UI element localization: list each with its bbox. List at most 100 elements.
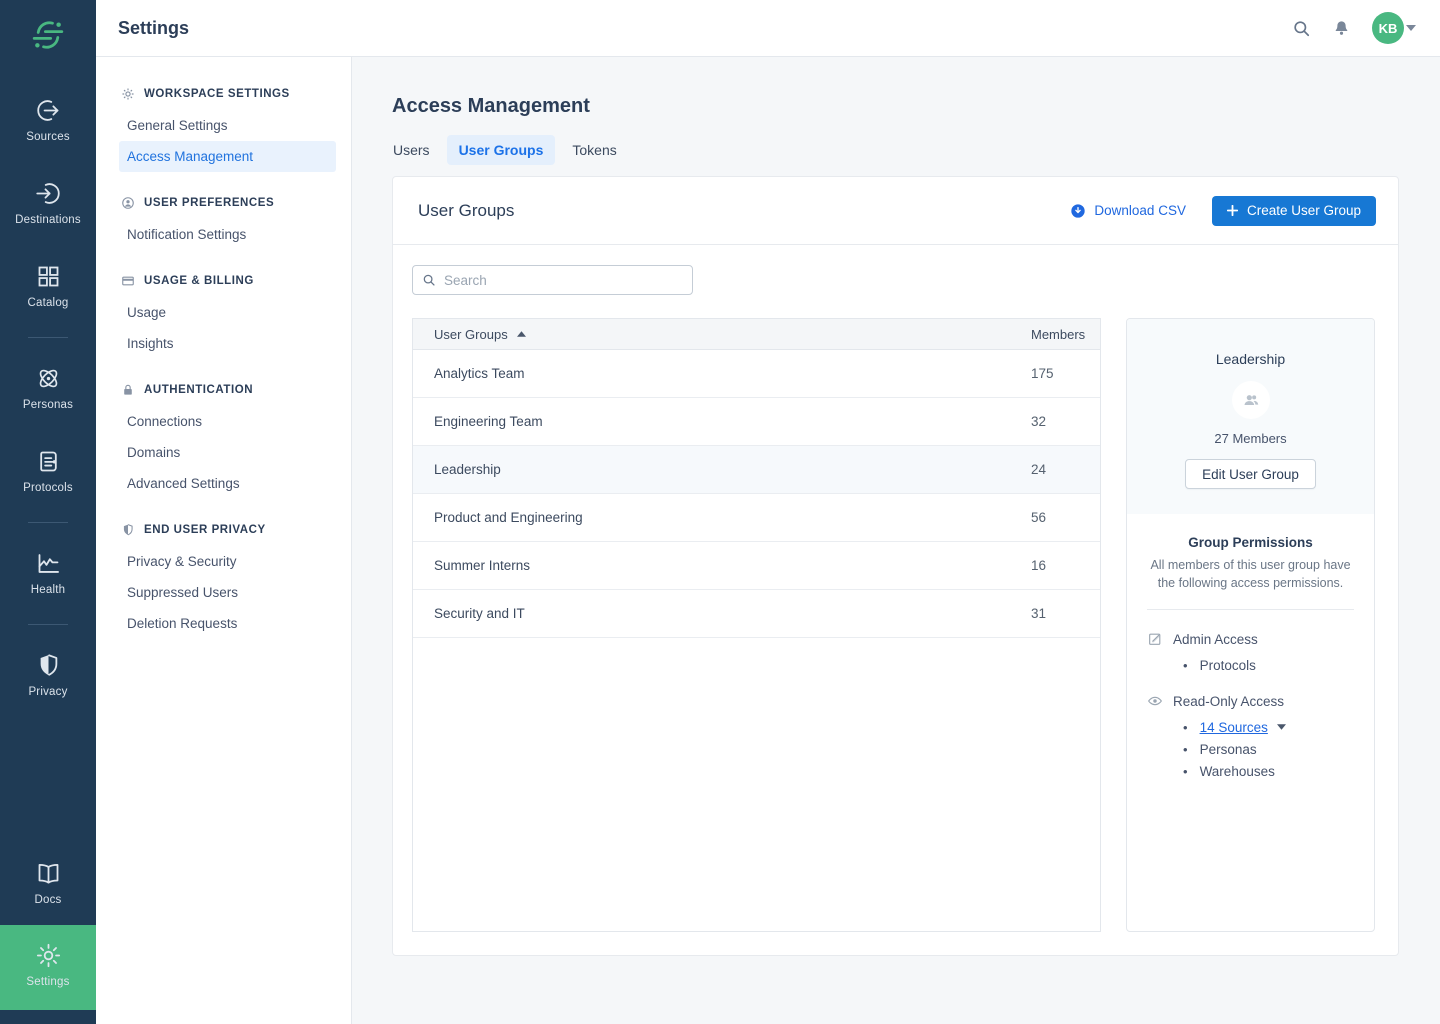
nav-item-sources[interactable]: Sources: [0, 79, 96, 162]
sidebar-item-advanced-settings[interactable]: Advanced Settings: [119, 468, 336, 499]
sources-link[interactable]: 14 Sources: [1200, 720, 1268, 735]
sidebar-item-suppressed-users[interactable]: Suppressed Users: [119, 577, 336, 608]
nav-item-docs[interactable]: Docs: [0, 842, 96, 925]
group-name-cell: Product and Engineering: [434, 510, 1031, 525]
sidebar-item-deletion-requests[interactable]: Deletion Requests: [119, 608, 336, 639]
search-icon: [422, 273, 436, 287]
sidebar-item-access-management[interactable]: Access Management: [119, 141, 336, 172]
tab-user-groups[interactable]: User Groups: [447, 135, 556, 165]
avatar-initials: KB: [1379, 21, 1398, 36]
nav-item-label: Sources: [26, 131, 70, 143]
personas-icon: [35, 365, 62, 392]
divider: [1147, 609, 1354, 610]
nav-item-label: Settings: [26, 976, 69, 988]
sidebar-item-domains[interactable]: Domains: [119, 437, 336, 468]
sidebar-section-title: USER PREFERENCES: [144, 197, 274, 209]
edit-user-group-button[interactable]: Edit User Group: [1185, 459, 1316, 489]
group-name-cell: Leadership: [434, 462, 1031, 477]
members-count-cell: 175: [1031, 366, 1100, 381]
permission-block-header: Admin Access: [1147, 631, 1354, 647]
sidebar-item-connections[interactable]: Connections: [119, 406, 336, 437]
nav-item-protocols[interactable]: Protocols: [0, 430, 96, 513]
card-title: User Groups: [418, 201, 514, 221]
permission-block-label: Admin Access: [1173, 632, 1258, 647]
table-row[interactable]: Engineering Team32: [413, 398, 1100, 446]
divider: [28, 624, 68, 625]
table-row[interactable]: Security and IT31: [413, 590, 1100, 638]
lock-icon: [121, 383, 135, 397]
permission-item: Warehouses: [1183, 760, 1354, 782]
search-input[interactable]: [444, 273, 683, 288]
sidebar-item-privacy-security[interactable]: Privacy & Security: [119, 546, 336, 577]
create-user-group-label: Create User Group: [1247, 203, 1361, 218]
group-name-cell: Analytics Team: [434, 366, 1031, 381]
privacy-icon: [35, 652, 62, 679]
divider: [28, 522, 68, 523]
search-icon[interactable]: [1292, 19, 1311, 38]
docs-icon: [35, 860, 62, 887]
permission-item-label: Warehouses: [1200, 764, 1275, 779]
group-permissions-section: Group Permissions All members of this us…: [1127, 514, 1374, 820]
notifications-bell-icon[interactable]: [1332, 19, 1351, 38]
table-row[interactable]: Analytics Team175: [413, 350, 1100, 398]
sidebar-section-title: AUTHENTICATION: [144, 384, 253, 396]
nav-item-catalog[interactable]: Catalog: [0, 245, 96, 328]
card-header: User Groups Download CSV: [393, 177, 1398, 245]
sidebar-item-insights[interactable]: Insights: [119, 328, 336, 359]
user-groups-table: User Groups Members Analytics Team175Eng…: [412, 318, 1101, 932]
group-detail-panel: Leadership 27 Members: [1126, 318, 1375, 932]
table-row[interactable]: Summer Interns16: [413, 542, 1100, 590]
table-row[interactable]: Product and Engineering56: [413, 494, 1100, 542]
health-icon: [35, 550, 62, 577]
sidebar-item-notification-settings[interactable]: Notification Settings: [119, 219, 336, 250]
sidebar-section-workspace-settings: WORKSPACE SETTINGSGeneral SettingsAccess…: [121, 87, 326, 172]
nav-item-health[interactable]: Health: [0, 532, 96, 615]
nav-item-label: Destinations: [15, 214, 81, 226]
nav-item-label: Health: [31, 584, 65, 596]
avatar[interactable]: KB: [1372, 12, 1404, 44]
members-count-cell: 32: [1031, 414, 1100, 429]
nav-item-label: Docs: [34, 894, 61, 906]
sidebar-item-general-settings[interactable]: General Settings: [119, 110, 336, 141]
edit-square-icon: [1147, 631, 1163, 647]
nav-item-personas[interactable]: Personas: [0, 347, 96, 430]
column-header-members: Members: [1031, 327, 1100, 342]
download-csv-label: Download CSV: [1094, 203, 1186, 218]
nav-item-label: Catalog: [27, 297, 68, 309]
tab-users[interactable]: Users: [381, 135, 442, 165]
permission-list: Protocols: [1147, 654, 1354, 676]
create-user-group-button[interactable]: Create User Group: [1212, 196, 1376, 226]
member-count: 27 Members: [1137, 431, 1364, 446]
segment-logo-icon[interactable]: [31, 18, 65, 57]
nav-item-settings[interactable]: Settings: [0, 925, 96, 1010]
permission-block-admin-access: Admin Access Protocols: [1147, 631, 1354, 676]
nav-item-destinations[interactable]: Destinations: [0, 162, 96, 245]
nav-item-privacy[interactable]: Privacy: [0, 634, 96, 717]
table-row[interactable]: Leadership24: [413, 446, 1100, 494]
divider: [28, 337, 68, 338]
settings-icon: [35, 942, 62, 969]
permission-block-read-only-access: Read-Only Access 14 Sources Personas Wareho…: [1147, 693, 1354, 782]
column-label: User Groups: [434, 327, 508, 342]
permission-item: 14 Sources: [1183, 716, 1354, 738]
permission-item: Protocols: [1183, 654, 1354, 676]
user-icon: [121, 196, 135, 210]
table-header-row: User Groups Members: [413, 319, 1100, 350]
download-csv-link[interactable]: Download CSV: [1070, 203, 1186, 219]
permissions-title: Group Permissions: [1147, 535, 1354, 550]
column-header-user-groups[interactable]: User Groups: [434, 327, 1031, 342]
members-count-cell: 24: [1031, 462, 1100, 477]
sidebar-item-usage[interactable]: Usage: [119, 297, 336, 328]
permission-item: Personas: [1183, 738, 1354, 760]
sidebar-section-header: AUTHENTICATION: [121, 383, 326, 397]
permission-block-header: Read-Only Access: [1147, 693, 1354, 709]
tab-bar: UsersUser GroupsTokens: [381, 135, 1399, 165]
tab-tokens[interactable]: Tokens: [560, 135, 628, 165]
sidebar-section-header: WORKSPACE SETTINGS: [121, 87, 326, 101]
gear-icon: [121, 87, 135, 101]
nav-item-label: Protocols: [23, 482, 73, 494]
download-icon: [1070, 203, 1086, 219]
caret-down-icon[interactable]: [1277, 724, 1286, 730]
avatar-caret-down-icon[interactable]: [1406, 25, 1416, 31]
sidebar-section-title: WORKSPACE SETTINGS: [144, 88, 290, 100]
